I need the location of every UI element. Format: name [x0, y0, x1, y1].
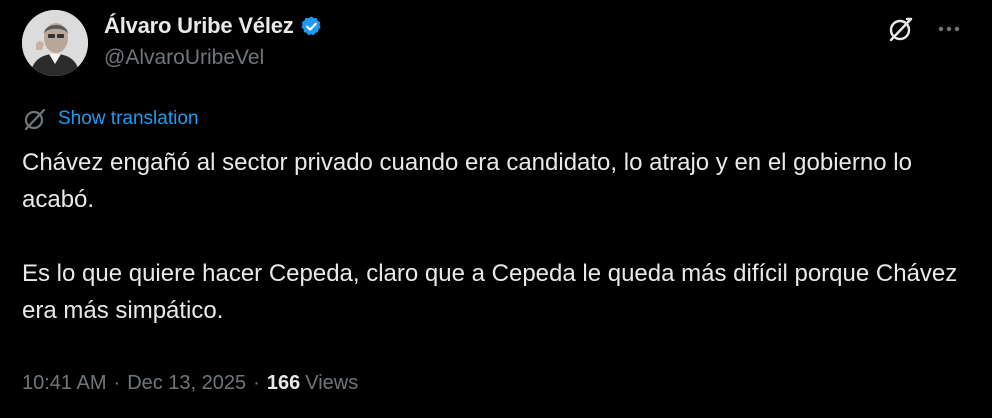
- tweet-text: Chávez engañó al sector privado cuando e…: [22, 144, 962, 329]
- author-name-row: Álvaro Uribe Vélez: [104, 13, 323, 39]
- tweet-detail: Álvaro Uribe Vélez @AlvaroUribeVel Show …: [0, 0, 992, 418]
- author-handle[interactable]: @AlvaroUribeVel: [104, 46, 264, 70]
- tweet-meta: 10:41 AM · Dec 13, 2025 · 166 Views: [22, 372, 358, 395]
- views-label[interactable]: Views: [305, 372, 358, 395]
- tweet-time[interactable]: 10:41 AM: [22, 372, 107, 395]
- tweet-paragraph: Es lo que quiere hacer Cepeda, claro que…: [22, 260, 958, 324]
- tweet-top-actions: [886, 14, 962, 44]
- verified-badge-icon[interactable]: [300, 15, 323, 38]
- grok-icon[interactable]: [886, 14, 916, 44]
- show-translation-label[interactable]: Show translation: [58, 108, 198, 130]
- author-display-name[interactable]: Álvaro Uribe Vélez: [104, 13, 294, 39]
- meta-separator: ·: [113, 372, 121, 394]
- translate-icon: [22, 106, 48, 132]
- tweet-paragraph: Chávez engañó al sector privado cuando e…: [22, 149, 912, 213]
- avatar[interactable]: [22, 10, 88, 76]
- meta-separator: ·: [253, 372, 260, 394]
- more-options-icon[interactable]: [936, 16, 962, 42]
- tweet-date[interactable]: Dec 13, 2025: [127, 372, 246, 395]
- show-translation-button[interactable]: Show translation: [22, 106, 198, 132]
- avatar-photo: [22, 10, 88, 76]
- views-count[interactable]: 166: [267, 372, 300, 395]
